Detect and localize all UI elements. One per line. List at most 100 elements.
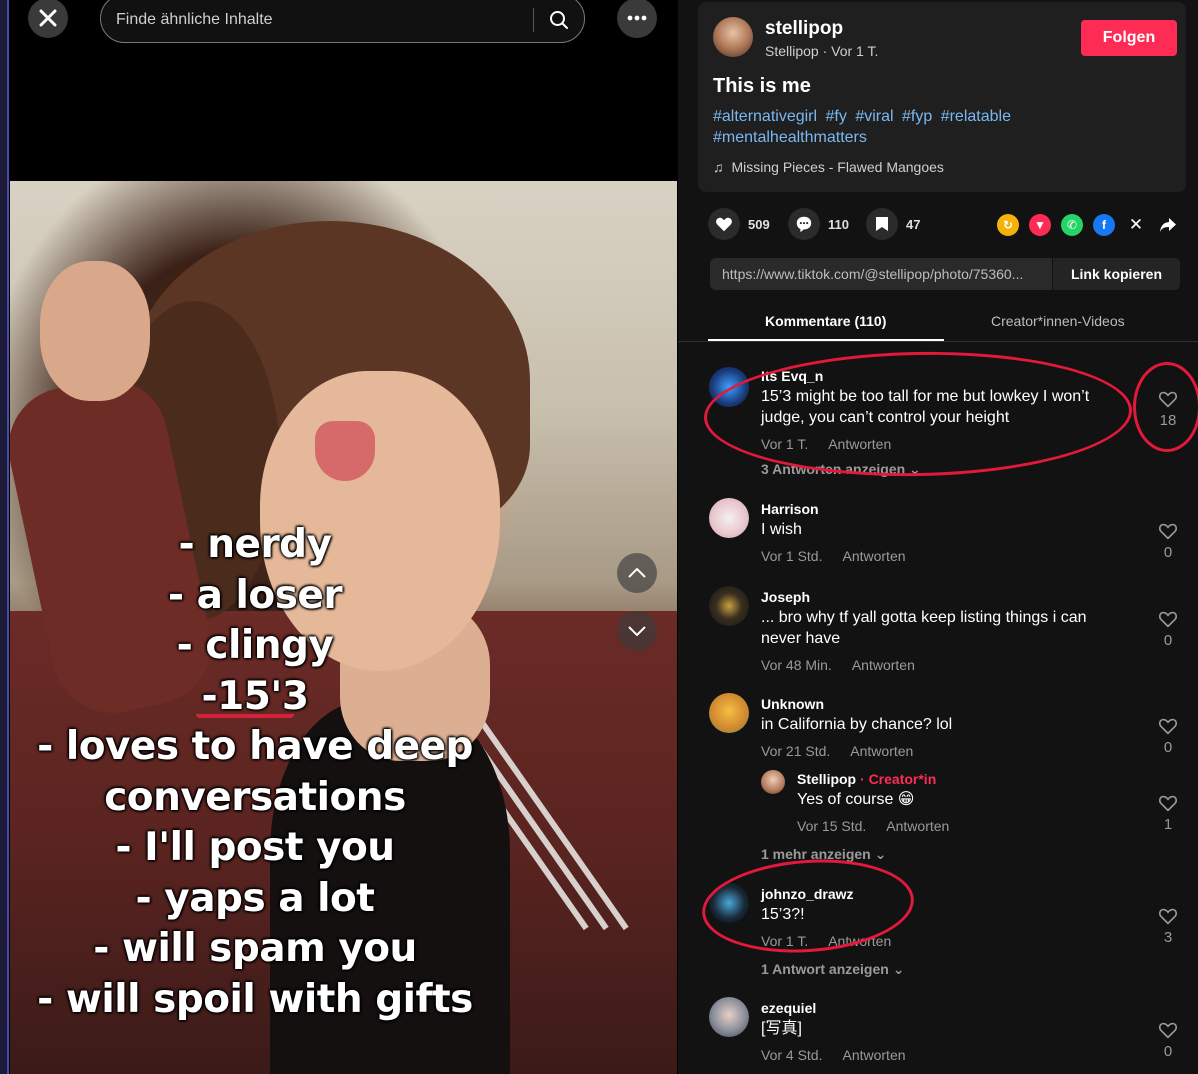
avatar[interactable] xyxy=(709,693,749,733)
save-count: 47 xyxy=(906,216,921,232)
comment-button[interactable] xyxy=(788,208,820,240)
comment-count: 110 xyxy=(828,216,849,232)
reply-button[interactable]: Antworten xyxy=(850,743,913,759)
comment-like[interactable]: 0 xyxy=(1156,1021,1180,1060)
view-replies-button[interactable]: 3 Antworten anzeigen ⌄ xyxy=(761,461,921,478)
post-caption: This is me xyxy=(713,75,811,97)
save-action[interactable]: 47 xyxy=(866,208,920,240)
overlay-line: - I'll post you xyxy=(115,825,395,870)
view-replies-button[interactable]: 1 mehr anzeigen ⌄ xyxy=(761,846,886,863)
heart-icon xyxy=(716,217,732,232)
tab-creator-videos[interactable]: Creator*innen-Videos xyxy=(991,313,1125,329)
search-bar xyxy=(100,0,585,43)
comment-like[interactable]: 1 xyxy=(1156,794,1180,833)
chevron-down-icon xyxy=(628,626,646,636)
comment-like[interactable]: 3 xyxy=(1156,907,1180,946)
overlay-line: - loves to have deep xyxy=(37,724,473,769)
comment-time: Vor 21 Std. xyxy=(761,743,831,759)
author-name[interactable]: stellipop xyxy=(765,18,843,40)
comment-username[interactable]: Harrison xyxy=(761,501,819,517)
send-icon[interactable]: ▼ xyxy=(1029,214,1051,236)
share-arrow-icon[interactable] xyxy=(1157,214,1179,236)
comment-username[interactable]: Joseph xyxy=(761,589,810,605)
comment-like[interactable]: 0 xyxy=(1156,522,1180,561)
hashtag-link[interactable]: #mentalhealthmatters xyxy=(713,129,867,146)
comment-like-count: 0 xyxy=(1163,544,1173,561)
heart-outline-icon xyxy=(1158,795,1178,812)
repost-icon[interactable]: ↻ xyxy=(997,214,1019,236)
close-icon xyxy=(39,9,57,27)
comment-meta: Vor 21 Std. Antworten xyxy=(761,743,913,759)
share-link-box: https://www.tiktok.com/@stellipop/photo/… xyxy=(710,258,1180,290)
photo-hand xyxy=(40,261,150,401)
avatar[interactable] xyxy=(709,997,749,1037)
avatar[interactable] xyxy=(709,498,749,538)
comment-username[interactable]: Its Evq_n xyxy=(761,368,823,384)
overlay-line: - clingy xyxy=(176,623,334,668)
hashtag-link[interactable]: #viral xyxy=(855,108,893,125)
hashtag-link[interactable]: #fyp xyxy=(902,108,932,125)
heart-outline-icon xyxy=(1158,391,1178,408)
comment-meta: Vor 1 T. Antworten xyxy=(761,933,891,949)
more-dots-icon xyxy=(627,15,647,21)
comment-meta: Vor 1 T. Antworten xyxy=(761,436,891,452)
comment-time: Vor 1 T. xyxy=(761,436,809,452)
avatar[interactable] xyxy=(761,770,785,794)
previous-button[interactable] xyxy=(617,553,657,593)
follow-button[interactable]: Folgen xyxy=(1081,20,1177,56)
avatar[interactable] xyxy=(709,586,749,626)
hashtag-link[interactable]: #fy xyxy=(826,108,847,125)
search-button[interactable] xyxy=(543,4,575,36)
chevron-up-icon xyxy=(628,568,646,578)
comment-time: Vor 15 Std. xyxy=(797,818,867,834)
comment-like[interactable]: 0 xyxy=(1156,610,1180,649)
reply-button[interactable]: Antworten xyxy=(828,933,891,949)
like-button[interactable] xyxy=(708,208,740,240)
comment-like[interactable]: 18 xyxy=(1156,390,1180,429)
avatar[interactable] xyxy=(709,367,749,407)
comment-username[interactable]: ezequiel xyxy=(761,1000,816,1016)
comment-text: Yes of course 😁 xyxy=(797,791,915,808)
hashtag-link[interactable]: #relatable xyxy=(941,108,1011,125)
save-button[interactable] xyxy=(866,208,898,240)
comment-icon xyxy=(796,216,812,233)
view-replies-button[interactable]: 1 Antwort anzeigen ⌄ xyxy=(761,961,904,978)
tab-comments[interactable]: Kommentare (110) xyxy=(765,313,886,329)
avatar[interactable] xyxy=(713,17,753,57)
heart-outline-icon xyxy=(1158,908,1178,925)
hashtag-link[interactable]: #alternativegirl xyxy=(713,108,817,125)
heart-outline-icon xyxy=(1158,523,1178,540)
reply-button[interactable]: Antworten xyxy=(842,1047,905,1063)
search-divider xyxy=(533,8,534,32)
next-button[interactable] xyxy=(617,611,657,651)
comment-username[interactable]: Unknown xyxy=(761,696,824,712)
comment-like[interactable]: 0 xyxy=(1156,717,1180,756)
music-link[interactable]: ♫ Missing Pieces - Flawed Mangoes xyxy=(713,159,944,175)
reply-button[interactable]: Antworten xyxy=(852,657,915,673)
reply-button[interactable]: Antworten xyxy=(842,548,905,564)
search-input[interactable] xyxy=(116,8,516,32)
facebook-icon[interactable]: f xyxy=(1093,214,1115,236)
x-icon[interactable]: ✕ xyxy=(1125,214,1147,236)
annotation-underline xyxy=(196,710,294,718)
music-note-icon: ♫ xyxy=(713,159,724,175)
avatar[interactable] xyxy=(709,883,749,923)
comment-username[interactable]: Stellipop · Creator*in xyxy=(797,771,936,787)
comment-username[interactable]: johnzo_drawz xyxy=(761,886,854,902)
viewer-topbar xyxy=(0,0,678,60)
comment-action[interactable]: 110 xyxy=(788,208,849,240)
reply-button[interactable]: Antworten xyxy=(886,818,949,834)
music-title: Missing Pieces - Flawed Mangoes xyxy=(731,159,944,175)
share-link-url[interactable]: https://www.tiktok.com/@stellipop/photo/… xyxy=(722,266,1052,282)
comment-text: [写真] xyxy=(761,1020,802,1037)
copy-link-button[interactable]: Link kopieren xyxy=(1052,258,1180,290)
like-action[interactable]: 509 xyxy=(708,208,770,240)
close-button[interactable] xyxy=(28,0,68,38)
overlay-line: - will spoil with gifts xyxy=(37,976,473,1022)
more-options-button[interactable] xyxy=(617,0,657,38)
comment-text: ... bro why tf yall gotta keep listing t… xyxy=(761,609,1087,647)
reply-button[interactable]: Antworten xyxy=(828,436,891,452)
whatsapp-icon[interactable]: ✆ xyxy=(1061,214,1083,236)
bookmark-icon xyxy=(876,217,888,231)
comment-like-count: 0 xyxy=(1163,739,1173,756)
